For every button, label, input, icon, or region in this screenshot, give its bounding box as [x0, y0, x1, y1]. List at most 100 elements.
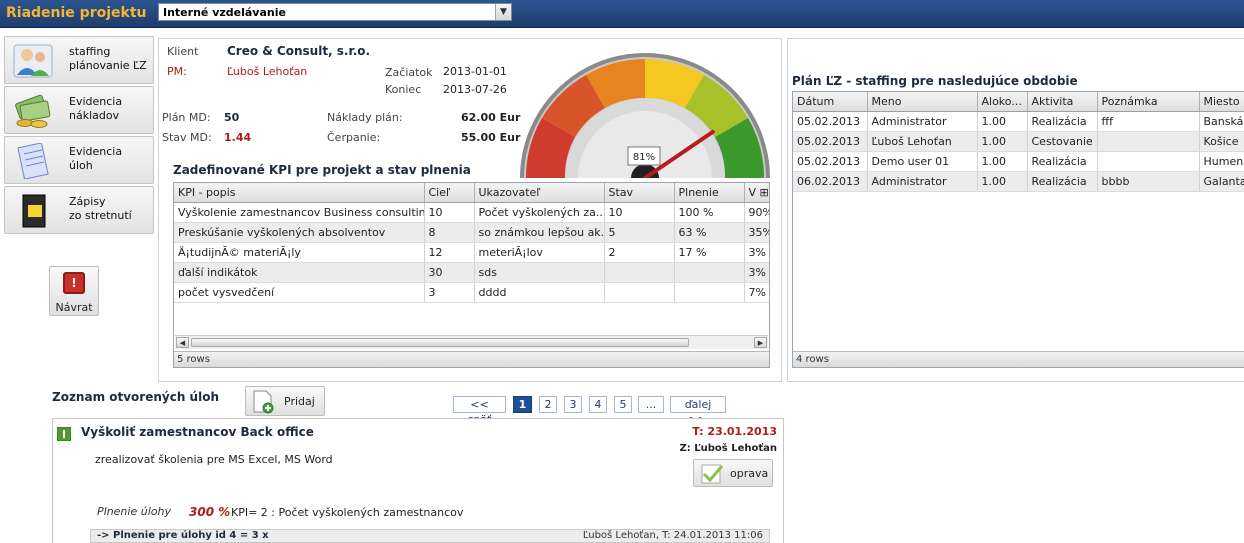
cell: Demo user 01: [867, 151, 978, 172]
chevron-down-icon[interactable]: ▼: [495, 4, 511, 20]
nav-item-staffing[interactable]: staffing plánovanie ĽZ: [4, 36, 154, 84]
project-select-value: Interné vzdelávanie: [163, 6, 286, 19]
cell: 3: [424, 282, 475, 303]
task-description: zrealizovať školenia pre MS Excel, MS Wo…: [95, 453, 333, 466]
stop-icon: !: [63, 272, 85, 294]
cerpanie-label: Čerpanie:: [327, 131, 381, 144]
nav-item-ulohy[interactable]: Evidencia úloh: [4, 136, 154, 184]
kpi-col-ukazovatel[interactable]: Ukazovateľ: [474, 183, 605, 203]
task-title[interactable]: Vyškoliť zamestnancov Back office: [81, 425, 314, 439]
money-icon: [15, 94, 51, 128]
table-row[interactable]: Vyškolenie zamestnancov Business consult…: [174, 202, 769, 223]
cell: dddd: [474, 282, 605, 303]
people-icon: [13, 44, 53, 78]
table-row[interactable]: Ä¡tudijnĂ© materiĂ¡ly 12 meteriĂ¡lov 2 17 % 3…: [174, 242, 769, 263]
cell: fff: [1097, 111, 1200, 132]
staffing-col-miesto[interactable]: Miesto pl: [1199, 92, 1244, 112]
plan-md-value: 50: [224, 111, 240, 124]
naklady-label: Náklady plán:: [327, 111, 403, 124]
stav-md-label: Stav MD:: [162, 131, 212, 144]
cell: počet vysvedčení: [174, 282, 425, 303]
table-row[interactable]: 06.02.2013 Administrator 1.00 Realizácia bbb…: [793, 171, 1244, 192]
kpi-col-ciel[interactable]: Cieľ: [424, 183, 475, 203]
pager-ellipsis[interactable]: ...: [638, 396, 664, 413]
nav-label-line2: zo stretnutí: [69, 209, 132, 222]
top-bar: Riadenie projektu Interné vzdelávanie ▼: [0, 0, 1244, 28]
cell: 100 %: [674, 202, 745, 223]
cell: ďalší indikátok: [174, 262, 425, 283]
horizontal-scrollbar[interactable]: ◀ ▶: [175, 335, 768, 349]
scroll-left-icon[interactable]: ◀: [176, 337, 189, 348]
kpi-col-plnenie[interactable]: Plnenie: [674, 183, 745, 203]
column-menu-icon[interactable]: ⊞: [760, 186, 769, 199]
table-row[interactable]: 05.02.2013 Ľuboš Lehoťan 1.00 Cestovanie Koš…: [793, 131, 1244, 152]
cell: 2: [604, 242, 675, 263]
kpi-col-popis[interactable]: KPI - popis: [174, 183, 425, 203]
pager-page-3[interactable]: 3: [564, 396, 582, 413]
cell: [604, 262, 675, 283]
cell: Košice: [1199, 131, 1244, 152]
kpi-col-stav[interactable]: Stav: [604, 183, 675, 203]
table-row[interactable]: ďalší indikátok 30 sds 3%: [174, 262, 769, 283]
stav-md-value: 1.44: [224, 131, 252, 144]
pager-page-1[interactable]: 1: [513, 396, 532, 413]
task-subline[interactable]: -> Plnenie pre úlohy id 4 = 3 x Ľuboš Le…: [90, 529, 770, 543]
pager-page-4[interactable]: 4: [589, 396, 607, 413]
cell: Administrator: [867, 171, 978, 192]
task-term: T: 23.01.2013: [692, 425, 777, 438]
edit-task-button[interactable]: oprava: [693, 459, 773, 487]
end-value: 2013-07-26: [443, 83, 507, 96]
scroll-right-icon[interactable]: ▶: [754, 337, 767, 348]
nav-label-line1: Zápisy: [69, 195, 106, 208]
cell: Ľuboš Lehoťan: [867, 131, 978, 152]
staffing-col-datum[interactable]: Dátum: [793, 92, 868, 112]
notebook-icon: [22, 194, 46, 228]
cell: Počet vyškolených za...: [474, 202, 605, 223]
cell: 12: [424, 242, 475, 263]
scroll-thumb[interactable]: [191, 338, 689, 347]
cell: 17 %: [674, 242, 745, 263]
cell: sds: [474, 262, 605, 283]
cell: so známkou lepšou ak...: [474, 222, 605, 243]
cell: 35%: [744, 222, 769, 243]
pager-page-2[interactable]: 2: [539, 396, 557, 413]
table-row[interactable]: 05.02.2013 Administrator 1.00 Realizácia fff…: [793, 111, 1244, 132]
cerpanie-value: 55.00 Eur: [461, 131, 521, 144]
client-label: Klient: [167, 45, 199, 58]
gauge: 81%: [520, 53, 770, 178]
staffing-col-aktivita[interactable]: Aktivita: [1027, 92, 1098, 112]
cell: Vyškolenie zamestnancov Business consult…: [174, 202, 425, 223]
subline-meta: Ľuboš Lehoťan, T: 24.01.2013 11:06: [582, 530, 763, 541]
table-row[interactable]: Preskúšanie vyškolených absolventov 8 so z…: [174, 222, 769, 243]
cell: Galanta: [1199, 171, 1244, 192]
start-value: 2013-01-01: [443, 65, 507, 78]
cell: 90%: [744, 202, 769, 223]
kpi-col-v-label: V: [748, 185, 757, 199]
pager-next[interactable]: ďalej >>: [670, 396, 726, 426]
table-row[interactable]: 05.02.2013 Demo user 01 1.00 Realizácia Hume…: [793, 151, 1244, 172]
cell: bbbb: [1097, 171, 1200, 192]
cell: Realizácia: [1027, 171, 1098, 192]
cell: 1.00: [977, 111, 1028, 132]
client-value: Creo & Consult, s.r.o.: [227, 44, 371, 58]
staffing-col-meno[interactable]: Meno: [867, 92, 978, 112]
end-label: Koniec: [385, 83, 422, 96]
start-label: Začiatok: [385, 66, 433, 79]
kpi-grid: KPI - popis Cieľ Ukazovateľ Stav Plnenie…: [173, 182, 770, 368]
cell: 1.00: [977, 171, 1028, 192]
project-select[interactable]: Interné vzdelávanie ▼: [158, 3, 512, 21]
nav-item-naklady[interactable]: Evidencia nákladov: [4, 86, 154, 134]
cell: Realizácia: [1027, 151, 1098, 172]
kpi-row-count: 5 rows: [174, 351, 769, 367]
cell: meteriĂ¡lov: [474, 242, 605, 263]
nav-item-zapisy[interactable]: Zápisy zo stretnutí: [4, 186, 154, 234]
staffing-col-poznamka[interactable]: Poznámka: [1097, 92, 1200, 112]
staffing-col-alokacia[interactable]: Aloko...: [977, 92, 1028, 112]
back-button[interactable]: ! Návrat: [49, 266, 99, 316]
pager-page-5[interactable]: 5: [614, 396, 632, 413]
table-row[interactable]: počet vysvedčení 3 dddd 7%: [174, 282, 769, 303]
pager-prev[interactable]: << späť: [453, 396, 506, 426]
cell: Cestovanie: [1027, 131, 1098, 152]
kpi-col-v[interactable]: V ⊞: [744, 183, 769, 203]
add-task-button[interactable]: Pridaj: [245, 386, 325, 416]
